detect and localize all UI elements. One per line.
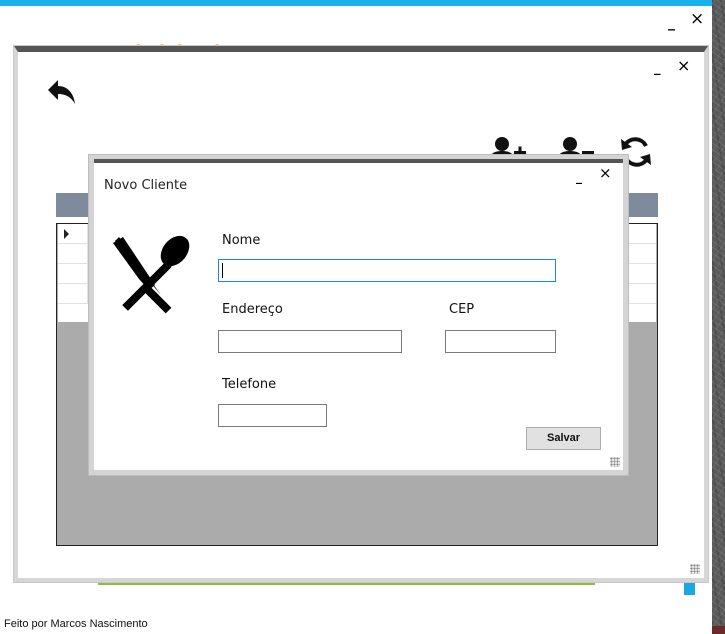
main-close-button[interactable]: ×: [690, 11, 704, 28]
dialog-title: Novo Cliente: [104, 178, 188, 193]
status-line: [98, 582, 595, 585]
back-arrow-icon: [48, 80, 75, 104]
save-button[interactable]: Salvar: [526, 427, 601, 450]
dialog-close-button[interactable]: ×: [599, 166, 612, 181]
main-minimize-button[interactable]: _: [668, 16, 675, 30]
endereco-label: Endereço: [222, 302, 283, 317]
telefone-input[interactable]: [218, 404, 327, 427]
clients-close-button[interactable]: ×: [677, 58, 690, 74]
cutlery-icon: [113, 235, 190, 314]
telefone-label: Telefone: [222, 377, 277, 392]
resize-grip-icon[interactable]: [690, 564, 700, 574]
nome-label: Nome: [222, 233, 261, 248]
row-header[interactable]: [58, 264, 88, 283]
footer-credit: Feito por Marcos Nascimento: [4, 618, 148, 630]
dialog-resize-grip-icon[interactable]: [610, 457, 620, 467]
row-header[interactable]: [58, 224, 88, 243]
dialog-title-bar: [94, 159, 623, 163]
clients-minimize-button[interactable]: _: [654, 62, 661, 75]
dialog-minimize-button[interactable]: _: [576, 171, 582, 183]
text-caret: [222, 263, 223, 278]
back-button[interactable]: [46, 78, 78, 106]
nome-input[interactable]: [218, 259, 556, 282]
cep-input[interactable]: [445, 330, 556, 353]
row-header[interactable]: [58, 284, 88, 303]
row-header[interactable]: [58, 244, 88, 263]
cep-label: CEP: [449, 302, 475, 317]
current-row-arrow-icon: [64, 229, 69, 239]
new-client-dialog: Novo Cliente _ × Nome Endereço CEP Telef…: [89, 155, 628, 475]
endereco-input[interactable]: [218, 330, 402, 353]
